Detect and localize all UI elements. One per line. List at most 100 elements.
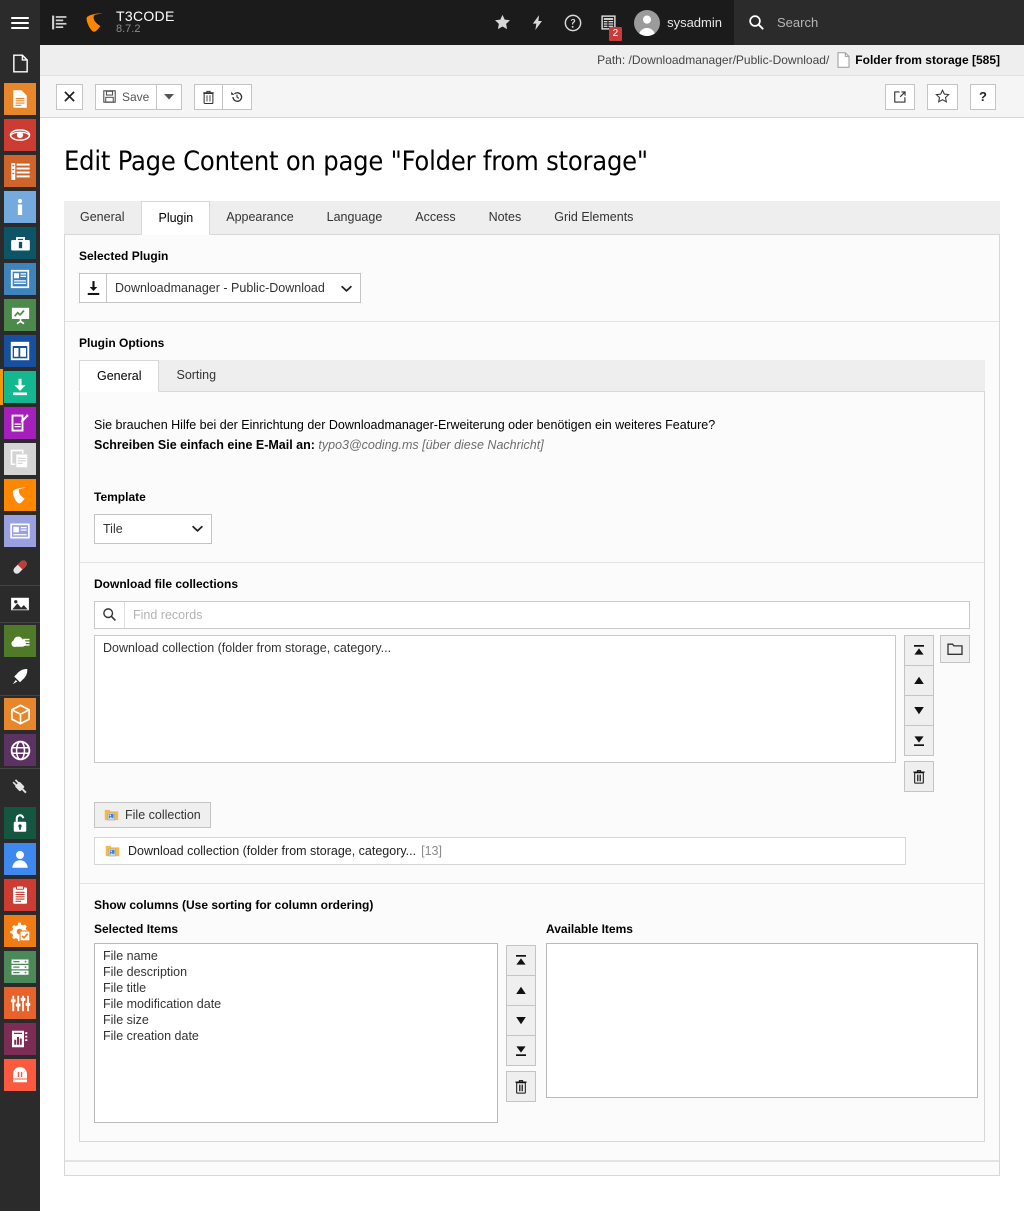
record-search[interactable] (94, 600, 970, 629)
plugin-options-tab-sorting[interactable]: Sorting (159, 360, 233, 391)
module-item-list[interactable] (0, 153, 40, 189)
help-notice-mail-link[interactable]: typo3@coding.ms [über diese Nachricht] (318, 438, 543, 452)
tab-plugin[interactable]: Plugin (141, 201, 211, 235)
selected-item-option[interactable]: File size (95, 1012, 497, 1028)
find-records-input[interactable] (125, 601, 969, 628)
add-file-collection-button[interactable]: File collection (94, 801, 211, 828)
move-to-bottom-button[interactable] (506, 1034, 536, 1066)
module-item-access[interactable] (0, 805, 40, 841)
module-item-configuration[interactable] (0, 985, 40, 1021)
selected-item-option[interactable]: File description (95, 964, 497, 980)
bookmark-star-icon[interactable] (485, 0, 520, 45)
history-button[interactable] (222, 83, 253, 110)
tab-appearance[interactable]: Appearance (210, 201, 310, 234)
selected-item-option[interactable]: File title (95, 980, 497, 996)
search-input[interactable] (775, 14, 1010, 31)
open-in-new-window-button[interactable] (885, 83, 915, 110)
breadcrumb-path: Path: /Downloadmanager/Public-Download/ (597, 53, 830, 67)
topbar-main: T3CODE 8.7.2 2 sysadmin Search (40, 0, 1024, 45)
module-item-layout[interactable] (0, 333, 40, 369)
close-button[interactable] (56, 83, 83, 110)
module-item-reports[interactable] (0, 1021, 40, 1057)
tab-language[interactable]: Language (311, 201, 400, 234)
tab-grid-elements[interactable]: Grid Elements (538, 201, 650, 234)
main-tabs[interactable]: General Plugin Appearance Language Access Not… (64, 201, 1000, 235)
unlock-icon (4, 807, 36, 839)
module-item-filelist[interactable] (0, 586, 40, 622)
module-item-pill[interactable] (0, 549, 40, 585)
available-items-listbox[interactable] (546, 942, 978, 1098)
selected-item-option[interactable]: File creation date (95, 1028, 497, 1044)
document-header-right: ? (885, 83, 1008, 110)
plugin-options-tab-general[interactable]: General (79, 360, 160, 392)
module-item-templates[interactable] (0, 261, 40, 297)
move-down-button[interactable] (904, 694, 934, 726)
collection-order-buttons[interactable] (904, 634, 934, 792)
plugin-options-tabs[interactable]: General Sorting (79, 360, 985, 392)
flash-icon[interactable] (520, 0, 555, 45)
selected-items-label: Selected Items (94, 921, 179, 936)
move-to-top-button[interactable] (506, 944, 536, 976)
module-item-seo[interactable] (0, 297, 40, 333)
tab-general[interactable]: General (64, 201, 141, 234)
search-box[interactable] (734, 0, 1024, 45)
module-item-rocket[interactable] (0, 659, 40, 695)
bookmark-button[interactable] (927, 83, 958, 110)
move-to-bottom-button[interactable] (904, 724, 934, 756)
plugin-select[interactable]: Downloadmanager - Public-Download (107, 273, 361, 303)
module-item-extensions[interactable] (0, 696, 40, 732)
hamburger-menu-button[interactable] (0, 0, 40, 45)
module-item-page-blank[interactable] (0, 45, 40, 81)
collection-option[interactable]: Download collection (folder from storage… (95, 640, 895, 656)
selected-item-option[interactable]: File modification date (95, 996, 497, 1012)
module-item-plug[interactable] (0, 769, 40, 805)
remove-button[interactable] (506, 1070, 536, 1102)
plug-icon (4, 771, 36, 803)
selected-items-listbox[interactable]: File name File description File title File … (94, 942, 498, 1123)
save-dropdown-button[interactable] (156, 83, 183, 110)
record-selector-row: Download collection (folder from storage… (94, 634, 970, 792)
help-button[interactable]: ? (970, 83, 996, 110)
move-up-button[interactable] (506, 974, 536, 1006)
module-item-news[interactable] (0, 513, 40, 549)
notification-badge: 2 (608, 27, 623, 41)
delete-button[interactable] (194, 83, 224, 110)
selected-plugin-input-group[interactable]: Downloadmanager - Public-Download (79, 273, 361, 303)
module-item-forms[interactable] (0, 405, 40, 441)
module-menu[interactable] (0, 45, 40, 1211)
module-item-typo3[interactable] (0, 477, 40, 513)
window-icon (4, 335, 36, 367)
collection-listbox[interactable]: Download collection (folder from storage… (94, 634, 896, 763)
module-item-page[interactable] (0, 81, 40, 117)
show-columns-order-buttons[interactable] (506, 944, 536, 1102)
module-item-install[interactable] (0, 1057, 40, 1093)
tab-access[interactable]: Access (399, 201, 472, 234)
tab-notes[interactable]: Notes (473, 201, 539, 234)
module-item-backend-users[interactable] (0, 841, 40, 877)
module-item-cloud[interactable] (0, 623, 40, 659)
module-item-download[interactable] (0, 369, 40, 405)
remove-button[interactable] (904, 760, 934, 792)
list-icon[interactable] (40, 0, 78, 45)
module-item-copy[interactable] (0, 441, 40, 477)
file-collection-record[interactable]: Download collection (folder from storage… (94, 836, 906, 865)
template-select[interactable]: Tile (94, 513, 212, 544)
selected-item-option[interactable]: File name (95, 948, 497, 964)
module-item-database[interactable] (0, 949, 40, 985)
logo[interactable]: T3CODE 8.7.2 (82, 9, 175, 35)
module-item-logs[interactable] (0, 877, 40, 913)
move-down-button[interactable] (506, 1004, 536, 1036)
module-item-settings[interactable] (0, 913, 40, 949)
module-item-info[interactable] (0, 189, 40, 225)
user-menu[interactable]: sysadmin (626, 0, 734, 45)
module-item-view[interactable] (0, 117, 40, 153)
help-icon[interactable] (555, 0, 591, 45)
clipboard-list-icon[interactable]: 2 (591, 0, 626, 45)
module-item-functions[interactable] (0, 225, 40, 261)
module-item-languages[interactable] (0, 732, 40, 768)
move-up-button[interactable] (904, 664, 934, 696)
save-button[interactable]: Save (95, 83, 158, 110)
browse-records-button[interactable] (940, 634, 970, 663)
dual-select: Selected Items File name File description… (94, 921, 978, 1123)
move-to-top-button[interactable] (904, 634, 934, 666)
